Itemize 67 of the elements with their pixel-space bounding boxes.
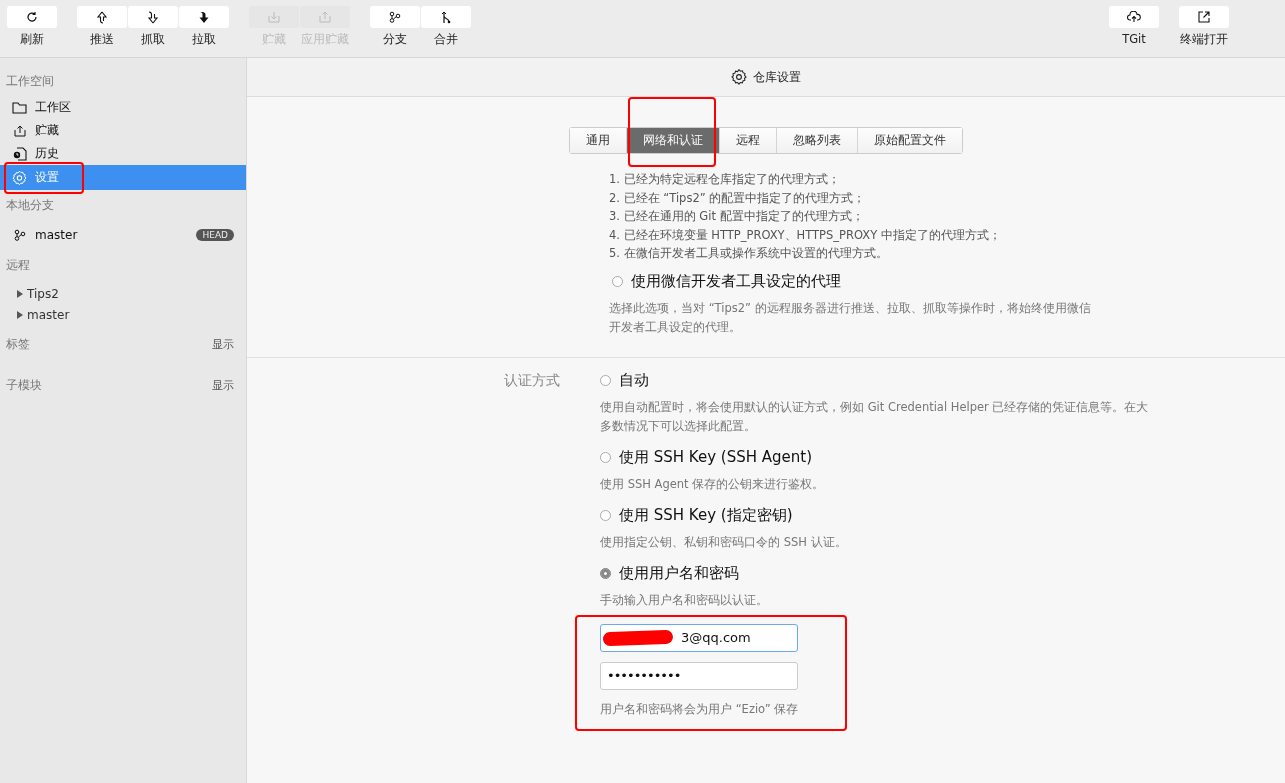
radio-button[interactable] <box>600 374 611 386</box>
remote-item[interactable]: master <box>0 304 246 325</box>
option-description: 使用 SSH Agent 保存的公钥来进行鉴权。 <box>600 475 826 493</box>
radio-option[interactable]: 使用 SSH Key (指定密钥) <box>600 505 1150 525</box>
show-link[interactable]: 显示 <box>212 336 234 352</box>
branch-name[interactable]: master <box>35 227 197 242</box>
list-item: 4. 已经在环境变量 HTTP_PROXY、HTTPS_PROXY 中指定了的代理方式； <box>609 226 1002 244</box>
list-item: 2. 已经在 “Tips2” 的配置中指定了的代理方式； <box>609 189 867 207</box>
document-clock-icon <box>12 146 27 161</box>
list-item: 5. 在微信开发者工具或操作系统中设置的代理方式。 <box>609 245 889 262</box>
radio-option[interactable]: 使用微信开发者工具设定的代理 <box>612 271 1099 291</box>
toolbar-button[interactable]: 分支 <box>370 6 420 57</box>
password-field[interactable]: ••••••••••• <box>600 661 798 690</box>
radio-button[interactable] <box>600 567 611 579</box>
option-description: 使用指定公钥、私钥和密码口令的 SSH 认证。 <box>600 533 848 551</box>
option-description: 手动输入用户名和密码以认证。 <box>600 591 769 609</box>
merge-icon <box>440 10 452 24</box>
toolbar-button[interactable]: 抓取 <box>128 6 178 57</box>
radio-button[interactable] <box>600 509 611 521</box>
disclosure-triangle-icon <box>17 289 23 298</box>
tray-icon <box>268 11 280 23</box>
section-title: 本地分支 <box>6 196 54 214</box>
section-title: 子模块 <box>6 376 42 394</box>
toolbar-button[interactable]: 终端打开 <box>1179 6 1229 57</box>
tray-icon <box>13 124 26 137</box>
arrow-down-icon <box>198 10 210 24</box>
option-description: 使用自动配置时，将会使用默认的认证方式，例如 Git Credential Helper 已经存储的凭证信息等。在大多数情况下可以选择此配置。 <box>600 398 1150 435</box>
list-item: 1. 已经为特定远程仓库指定了的代理方式； <box>609 171 841 188</box>
radio-button[interactable] <box>600 451 611 463</box>
external-link-icon <box>1198 11 1210 23</box>
arrow-up-icon <box>96 10 108 24</box>
settings-icon <box>12 169 27 186</box>
arrow-down-icon <box>147 10 159 24</box>
credentials-note: 用户名和密码将会为用户 “Ezio” 保存 <box>600 700 800 718</box>
page-title: 仓库设置 <box>753 68 801 86</box>
option-description: 选择此选项，当对 “Tips2” 的远程服务器进行推送、拉取、抓取等操作时，将始终使用微信开发者工具设定的代理。 <box>609 299 1092 336</box>
cloud-upload-icon <box>1127 11 1141 23</box>
sidebar-item[interactable]: 历史 <box>0 142 246 165</box>
radio-button[interactable] <box>612 275 623 287</box>
tab[interactable]: 通用 <box>570 128 626 153</box>
sidebar-item[interactable]: 贮藏 <box>0 119 246 142</box>
section-title: 工作空间 <box>6 72 54 90</box>
radio-option[interactable]: 使用用户名和密码 <box>600 563 1150 583</box>
settings-icon <box>731 69 747 85</box>
radio-option[interactable]: 自动 <box>600 370 1150 390</box>
toolbar-button[interactable]: 推送 <box>77 6 127 57</box>
show-link[interactable]: 显示 <box>212 377 234 393</box>
section-title: 远程 <box>6 256 30 274</box>
refresh-icon <box>26 11 38 23</box>
toolbar-button[interactable]: TGit <box>1109 6 1159 57</box>
tab[interactable]: 网络和认证 <box>627 128 719 153</box>
remote-item[interactable]: Tips2 <box>0 283 246 304</box>
sidebar-item[interactable]: 工作区 <box>0 96 246 119</box>
section-title: 标签 <box>6 335 30 353</box>
tab[interactable]: 原始配置文件 <box>858 128 962 153</box>
field-label: 认证方式 <box>504 370 561 390</box>
branch-icon <box>13 228 26 241</box>
radio-option[interactable]: 使用 SSH Key (SSH Agent) <box>600 447 1150 467</box>
tray-icon <box>319 11 331 23</box>
toolbar-button[interactable]: 合并 <box>421 6 471 57</box>
folder-icon <box>12 101 27 114</box>
toolbar-button[interactable]: 刷新 <box>7 6 57 57</box>
list-item: 3. 已经在通用的 Git 配置中指定了的代理方式； <box>609 208 865 225</box>
toolbar-button[interactable]: 拉取 <box>179 6 229 57</box>
disclosure-triangle-icon <box>17 310 23 319</box>
branch-icon <box>389 11 401 23</box>
head-badge: HEAD <box>196 228 234 241</box>
